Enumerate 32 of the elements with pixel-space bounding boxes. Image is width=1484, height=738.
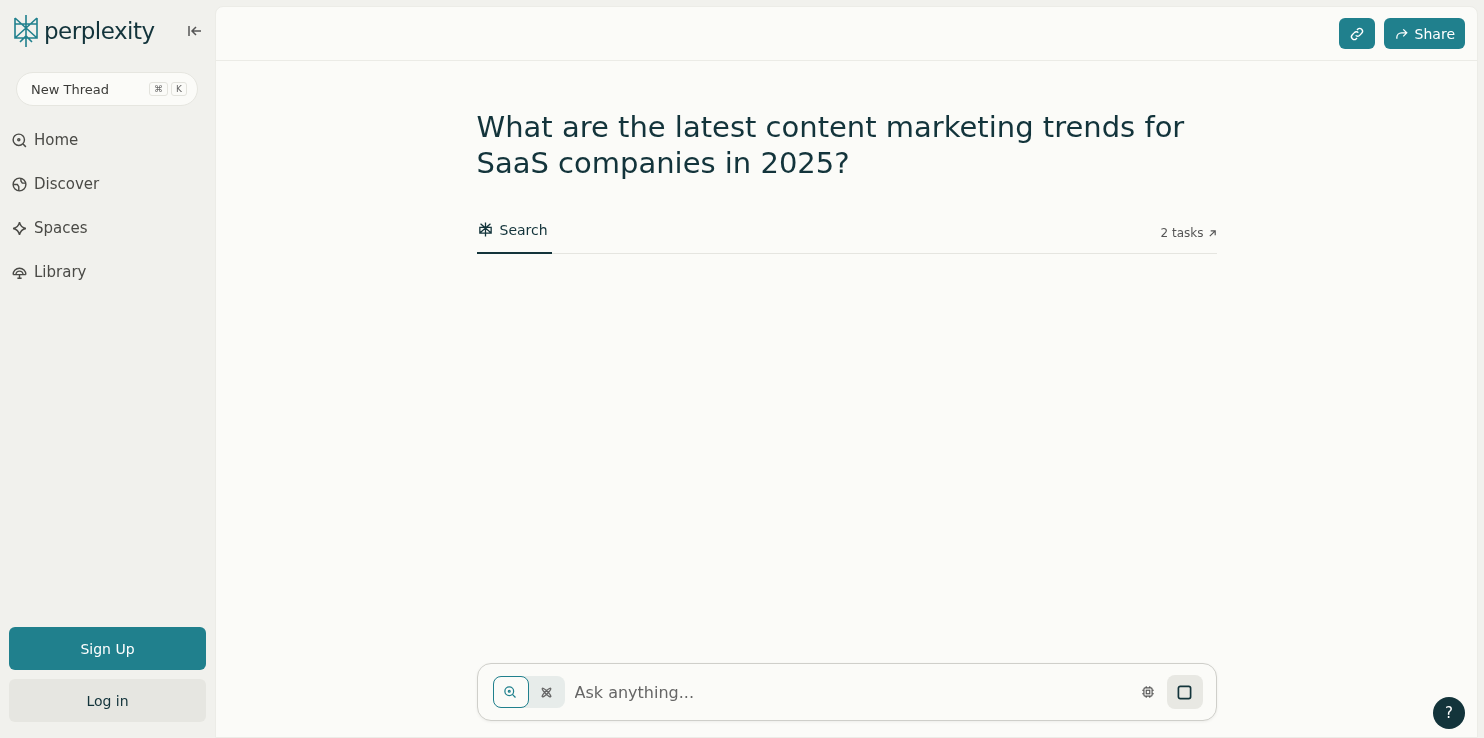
copy-link-button[interactable] xyxy=(1338,18,1375,49)
shortcut-key: ⌘ xyxy=(149,82,169,96)
square-icon xyxy=(1177,684,1192,700)
globe-icon xyxy=(11,175,28,193)
nav-item[interactable]: Discover xyxy=(9,162,206,206)
brand-name: perplexity xyxy=(44,18,155,44)
nav-item[interactable]: Home xyxy=(9,118,206,162)
search-tab[interactable]: Search xyxy=(476,213,552,254)
ask-field[interactable]: Ask anything... xyxy=(476,663,1217,721)
arrow-icon xyxy=(1207,228,1217,238)
sparkle-icon xyxy=(11,219,28,237)
new-thread-button[interactable]: New Thread ⌘ K xyxy=(16,72,198,106)
search-icon xyxy=(11,131,28,149)
tasks-link[interactable]: 2 tasks xyxy=(1160,226,1217,240)
search-mode-button[interactable] xyxy=(492,676,529,708)
sign-up-button[interactable]: Sign Up xyxy=(9,627,206,670)
chip-icon xyxy=(1140,685,1155,699)
nav-item[interactable]: Library xyxy=(9,250,206,294)
log-in-button[interactable]: Log in xyxy=(9,679,206,722)
help-button[interactable]: ? xyxy=(1433,697,1465,729)
link-icon xyxy=(1348,25,1365,42)
logo-icon xyxy=(12,14,40,48)
share-button[interactable]: Share xyxy=(1383,18,1465,49)
stop-button[interactable] xyxy=(1166,675,1203,709)
burst-icon xyxy=(476,221,494,238)
ask-input[interactable]: Ask anything... xyxy=(572,681,1129,703)
collapse-sidebar-icon[interactable] xyxy=(188,25,202,37)
search-icon xyxy=(503,684,518,700)
share-arrow-icon xyxy=(1393,26,1409,41)
shortcut-key: K xyxy=(171,82,187,96)
question-title: What are the latest content marketing trends for SaaS companies in 2025? xyxy=(476,109,1186,181)
nav-item[interactable]: Spaces xyxy=(9,206,206,250)
